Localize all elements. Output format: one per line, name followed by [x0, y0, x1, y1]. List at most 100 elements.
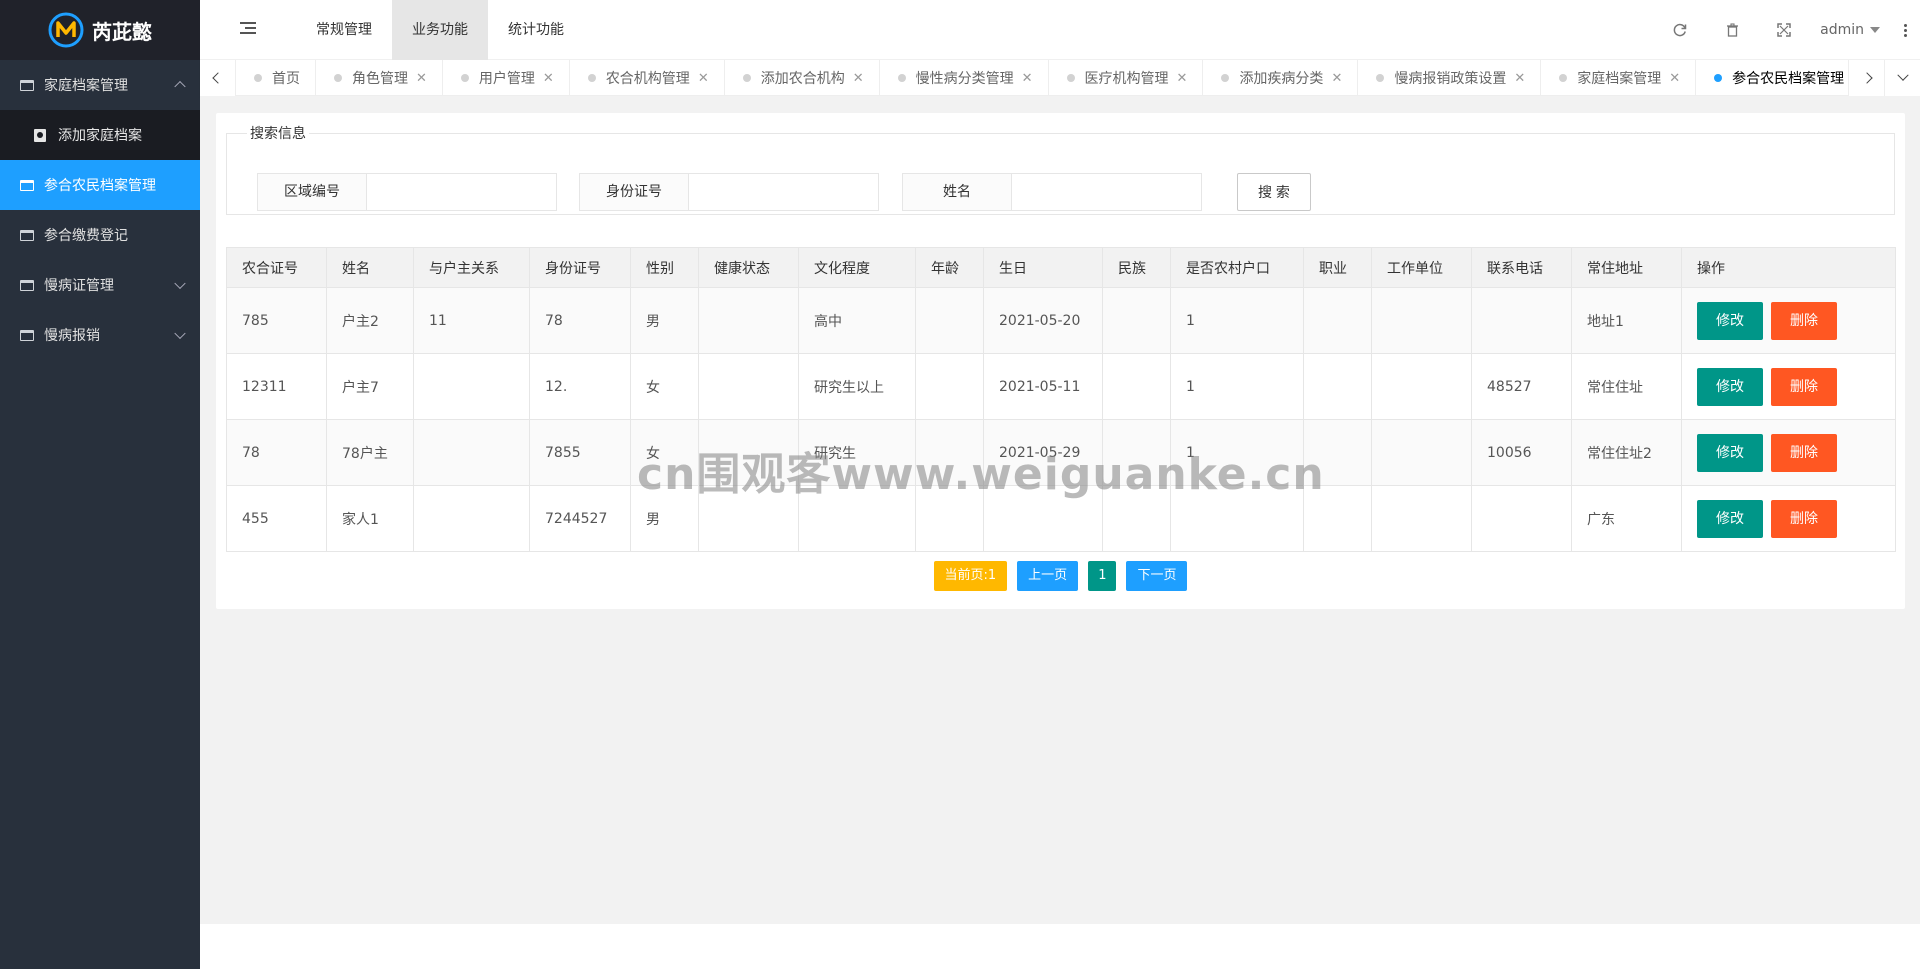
user-menu[interactable]: admin: [1810, 22, 1890, 38]
more-vertical-icon[interactable]: [1890, 23, 1920, 37]
column-header: 身份证号: [529, 247, 631, 288]
sidebar-item-family-archive[interactable]: 家庭档案管理: [0, 60, 200, 110]
table-cell: 地址1: [1571, 287, 1682, 354]
tab-chronic-category[interactable]: 慢性病分类管理 ✕: [880, 60, 1049, 96]
column-header: 职业: [1303, 247, 1372, 288]
tab-add-disease-category[interactable]: 添加疾病分类 ✕: [1203, 60, 1359, 96]
delete-button[interactable]: 删除: [1771, 301, 1837, 340]
tab-label: 家庭档案管理: [1577, 71, 1662, 87]
table-cell: 7244527: [529, 485, 631, 552]
close-icon[interactable]: ✕: [1514, 71, 1525, 86]
sidebar-item-chronic-certificate[interactable]: 慢病证管理: [0, 260, 200, 310]
user-name: admin: [1820, 22, 1864, 38]
tab-label: 添加农合机构: [760, 71, 845, 87]
next-page-button[interactable]: 下一页: [1126, 561, 1188, 591]
actions-cell: 修改 删除: [1681, 287, 1896, 354]
id-number-input[interactable]: [689, 173, 879, 211]
tab-role-management[interactable]: 角色管理 ✕: [316, 60, 443, 96]
tab-dot-icon: [334, 74, 342, 82]
edit-button[interactable]: 修改: [1697, 499, 1763, 538]
trash-icon[interactable]: [1706, 0, 1758, 60]
delete-button[interactable]: 删除: [1771, 499, 1837, 538]
table-cell: [698, 485, 799, 552]
table-header-row: 农合证号 姓名 与户主关系 身份证号 性别 健康状态 文化程度 年龄 生日 民族 是否农村户口 职业工…: [226, 247, 1896, 288]
tab-home[interactable]: 首页: [236, 60, 316, 96]
sidebar-item-payment-registration[interactable]: 参合缴费登记: [0, 210, 200, 260]
tab-family-archive[interactable]: 家庭档案管理 ✕: [1541, 60, 1697, 96]
table-cell: [1303, 419, 1372, 486]
chevron-down-icon: [1896, 69, 1909, 81]
table-cell: [1102, 353, 1171, 420]
top-nav-general[interactable]: 常规管理: [296, 0, 392, 60]
close-icon[interactable]: ✕: [416, 71, 427, 86]
close-icon[interactable]: ✕: [1669, 71, 1680, 86]
tabs-scroll-left-button[interactable]: [200, 60, 236, 96]
table-cell: 2021-05-20: [983, 287, 1103, 354]
sidebar-subitem-add-family-archive[interactable]: 添加家庭档案: [0, 110, 200, 160]
close-icon[interactable]: ✕: [1177, 71, 1188, 86]
edit-button[interactable]: 修改: [1697, 367, 1763, 406]
tab-add-coop-org[interactable]: 添加农合机构 ✕: [725, 60, 880, 96]
refresh-icon[interactable]: [1654, 0, 1706, 60]
table-cell: [413, 419, 530, 486]
sidebar-subitem-label: 添加家庭档案: [58, 128, 142, 144]
table-cell: 78户主: [326, 419, 414, 486]
table-cell: 男: [630, 287, 699, 354]
sidebar-item-farmer-archive[interactable]: 参合农民档案管理: [0, 160, 200, 210]
tab-user-management[interactable]: 用户管理 ✕: [443, 60, 570, 96]
prev-page-button[interactable]: 上一页: [1017, 561, 1079, 591]
tabs-more-button[interactable]: [1884, 60, 1920, 96]
table-row: 785 户主2 11 78 男高中 2021-05-20 1 地址1 修改 删除: [226, 287, 1896, 354]
tab-coop-org-management[interactable]: 农合机构管理 ✕: [570, 60, 725, 96]
delete-button[interactable]: 删除: [1771, 367, 1837, 406]
close-icon[interactable]: ✕: [1022, 71, 1033, 86]
sidebar-item-label: 慢病证管理: [44, 278, 114, 294]
close-icon[interactable]: ✕: [543, 71, 554, 86]
edit-button[interactable]: 修改: [1697, 301, 1763, 340]
table-cell: 1: [1170, 287, 1304, 354]
tab-reimbursement-policy[interactable]: 慢病报销政策设置 ✕: [1358, 60, 1542, 96]
logo[interactable]: 芮茈懿: [0, 0, 200, 60]
close-icon[interactable]: ✕: [698, 71, 709, 86]
name-label: 姓名: [902, 173, 1012, 211]
top-nav: 常规管理 业务功能 统计功能: [296, 0, 584, 60]
column-header: 文化程度: [798, 247, 916, 288]
table-cell: 户主7: [326, 353, 414, 420]
table-cell: 女: [630, 353, 699, 420]
close-icon[interactable]: ✕: [853, 71, 864, 86]
delete-button[interactable]: 删除: [1771, 433, 1837, 472]
table-cell: [413, 485, 530, 552]
tab-dot-icon: [1066, 74, 1075, 82]
close-icon[interactable]: ✕: [1331, 71, 1342, 86]
table-cell: 女: [630, 419, 699, 486]
search-button[interactable]: 搜 索: [1237, 173, 1311, 211]
menu-toggle-icon[interactable]: [240, 22, 256, 36]
column-header: 民族: [1102, 247, 1171, 288]
sidebar-item-chronic-reimbursement[interactable]: 慢病报销: [0, 310, 200, 360]
sidebar-item-label: 参合农民档案管理: [44, 178, 156, 194]
tab-farmer-archive[interactable]: 参合农民档案管理✕: [1696, 60, 1848, 96]
top-nav-business[interactable]: 业务功能: [392, 0, 488, 60]
column-header: 是否农村户口: [1170, 247, 1304, 288]
pagination: 当前页:1 上一页 1 下一页: [216, 561, 1905, 591]
tabs-scroll-right-button[interactable]: [1848, 60, 1884, 96]
page-number-button[interactable]: 1: [1088, 561, 1117, 591]
table-cell: [1371, 353, 1472, 420]
logo-text: 芮茈懿: [92, 19, 152, 44]
tab-medical-org[interactable]: 医疗机构管理 ✕: [1049, 60, 1204, 96]
column-header: 年龄: [915, 247, 984, 288]
edit-button[interactable]: 修改: [1697, 433, 1763, 472]
name-input[interactable]: [1012, 173, 1202, 211]
sidebar-item-label: 家庭档案管理: [44, 78, 128, 94]
table-cell: [1102, 485, 1171, 552]
table-cell: 1: [1170, 419, 1304, 486]
table-cell: [698, 353, 799, 420]
fullscreen-icon[interactable]: [1758, 0, 1810, 60]
sidebar-item-label: 参合缴费登记: [44, 228, 128, 244]
area-code-input[interactable]: [367, 173, 557, 211]
table-cell: 11: [413, 287, 530, 354]
table-cell: [915, 353, 984, 420]
top-header: 常规管理 业务功能 统计功能 admin: [200, 0, 1920, 60]
top-nav-statistics[interactable]: 统计功能: [488, 0, 584, 60]
footer-area: [200, 924, 1920, 969]
